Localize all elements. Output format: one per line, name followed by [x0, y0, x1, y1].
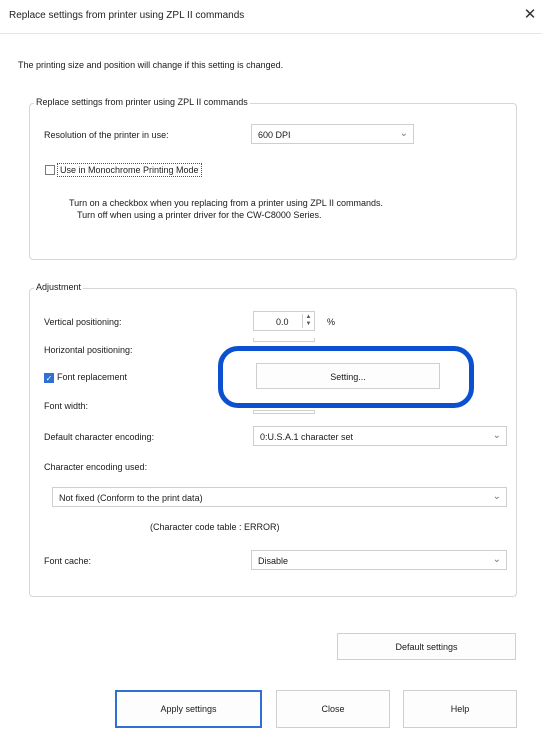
vertical-positioning-unit: %	[327, 317, 336, 327]
vertical-positioning-label: Vertical positioning:	[44, 317, 122, 327]
monochrome-label[interactable]: Use in Monochrome Printing Mode	[57, 163, 202, 177]
chevron-down-icon: ⌄	[492, 430, 501, 441]
font-width-label: Font width:	[44, 401, 89, 411]
chevron-down-icon: ⌄	[492, 554, 501, 565]
code-table-text: (Character code table : ERROR)	[150, 522, 280, 532]
horizontal-positioning-label: Horizontal positioning:	[44, 345, 133, 355]
window-title: Replace settings from printer using ZPL …	[9, 10, 245, 21]
monochrome-note-line2: Turn off when using a printer driver for…	[77, 210, 322, 220]
default-encoding-select[interactable]: 0:U.S.A.1 character set ⌄	[253, 426, 507, 446]
close-icon[interactable]: ✕	[522, 7, 538, 23]
default-encoding-value: 0:U.S.A.1 character set	[260, 432, 354, 442]
spinner-arrows-icon[interactable]: ▲ ▼	[302, 314, 314, 328]
font-width-spinner[interactable]	[253, 410, 315, 414]
monochrome-note-line1: Turn on a checkbox when you replacing fr…	[69, 198, 383, 208]
monochrome-checkbox[interactable]	[45, 165, 55, 175]
help-button-label: Help	[450, 704, 470, 714]
encoding-used-select[interactable]: Not fixed (Conform to the print data) ⌄	[52, 487, 507, 507]
chevron-down-icon: ⌄	[399, 128, 408, 139]
highlight-annotation	[218, 346, 474, 408]
resolution-label: Resolution of the printer in use:	[44, 130, 169, 140]
font-cache-label: Font cache:	[44, 556, 92, 566]
vertical-positioning-value: 0.0	[276, 317, 289, 327]
horizontal-positioning-spinner[interactable]	[253, 338, 315, 342]
resolution-value: 600 DPI	[258, 130, 291, 140]
default-settings-button[interactable]: Default settings	[337, 633, 516, 660]
encoding-used-label: Character encoding used:	[44, 462, 148, 472]
title-divider	[0, 33, 542, 34]
default-settings-label: Default settings	[395, 642, 458, 652]
resolution-select[interactable]: 600 DPI ⌄	[251, 124, 414, 144]
font-cache-select[interactable]: Disable ⌄	[251, 550, 507, 570]
notice-text: The printing size and position will chan…	[18, 60, 284, 70]
replace-settings-group-title: Replace settings from printer using ZPL …	[34, 97, 250, 107]
default-encoding-label: Default character encoding:	[44, 432, 155, 442]
encoding-used-value: Not fixed (Conform to the print data)	[59, 493, 203, 503]
vertical-positioning-spinner[interactable]: 0.0 ▲ ▼	[253, 311, 315, 331]
chevron-down-icon: ⌄	[492, 491, 501, 502]
help-button[interactable]: Help	[403, 690, 517, 728]
apply-settings-label: Apply settings	[160, 704, 217, 714]
close-button-label: Close	[321, 704, 345, 714]
close-button[interactable]: Close	[276, 690, 390, 728]
font-replacement-label[interactable]: Font replacement	[57, 372, 127, 382]
font-cache-value: Disable	[258, 556, 289, 566]
adjustment-group-title: Adjustment	[34, 282, 84, 292]
apply-settings-button[interactable]: Apply settings	[115, 690, 262, 728]
font-replacement-checkbox[interactable]: ✓	[44, 373, 54, 383]
